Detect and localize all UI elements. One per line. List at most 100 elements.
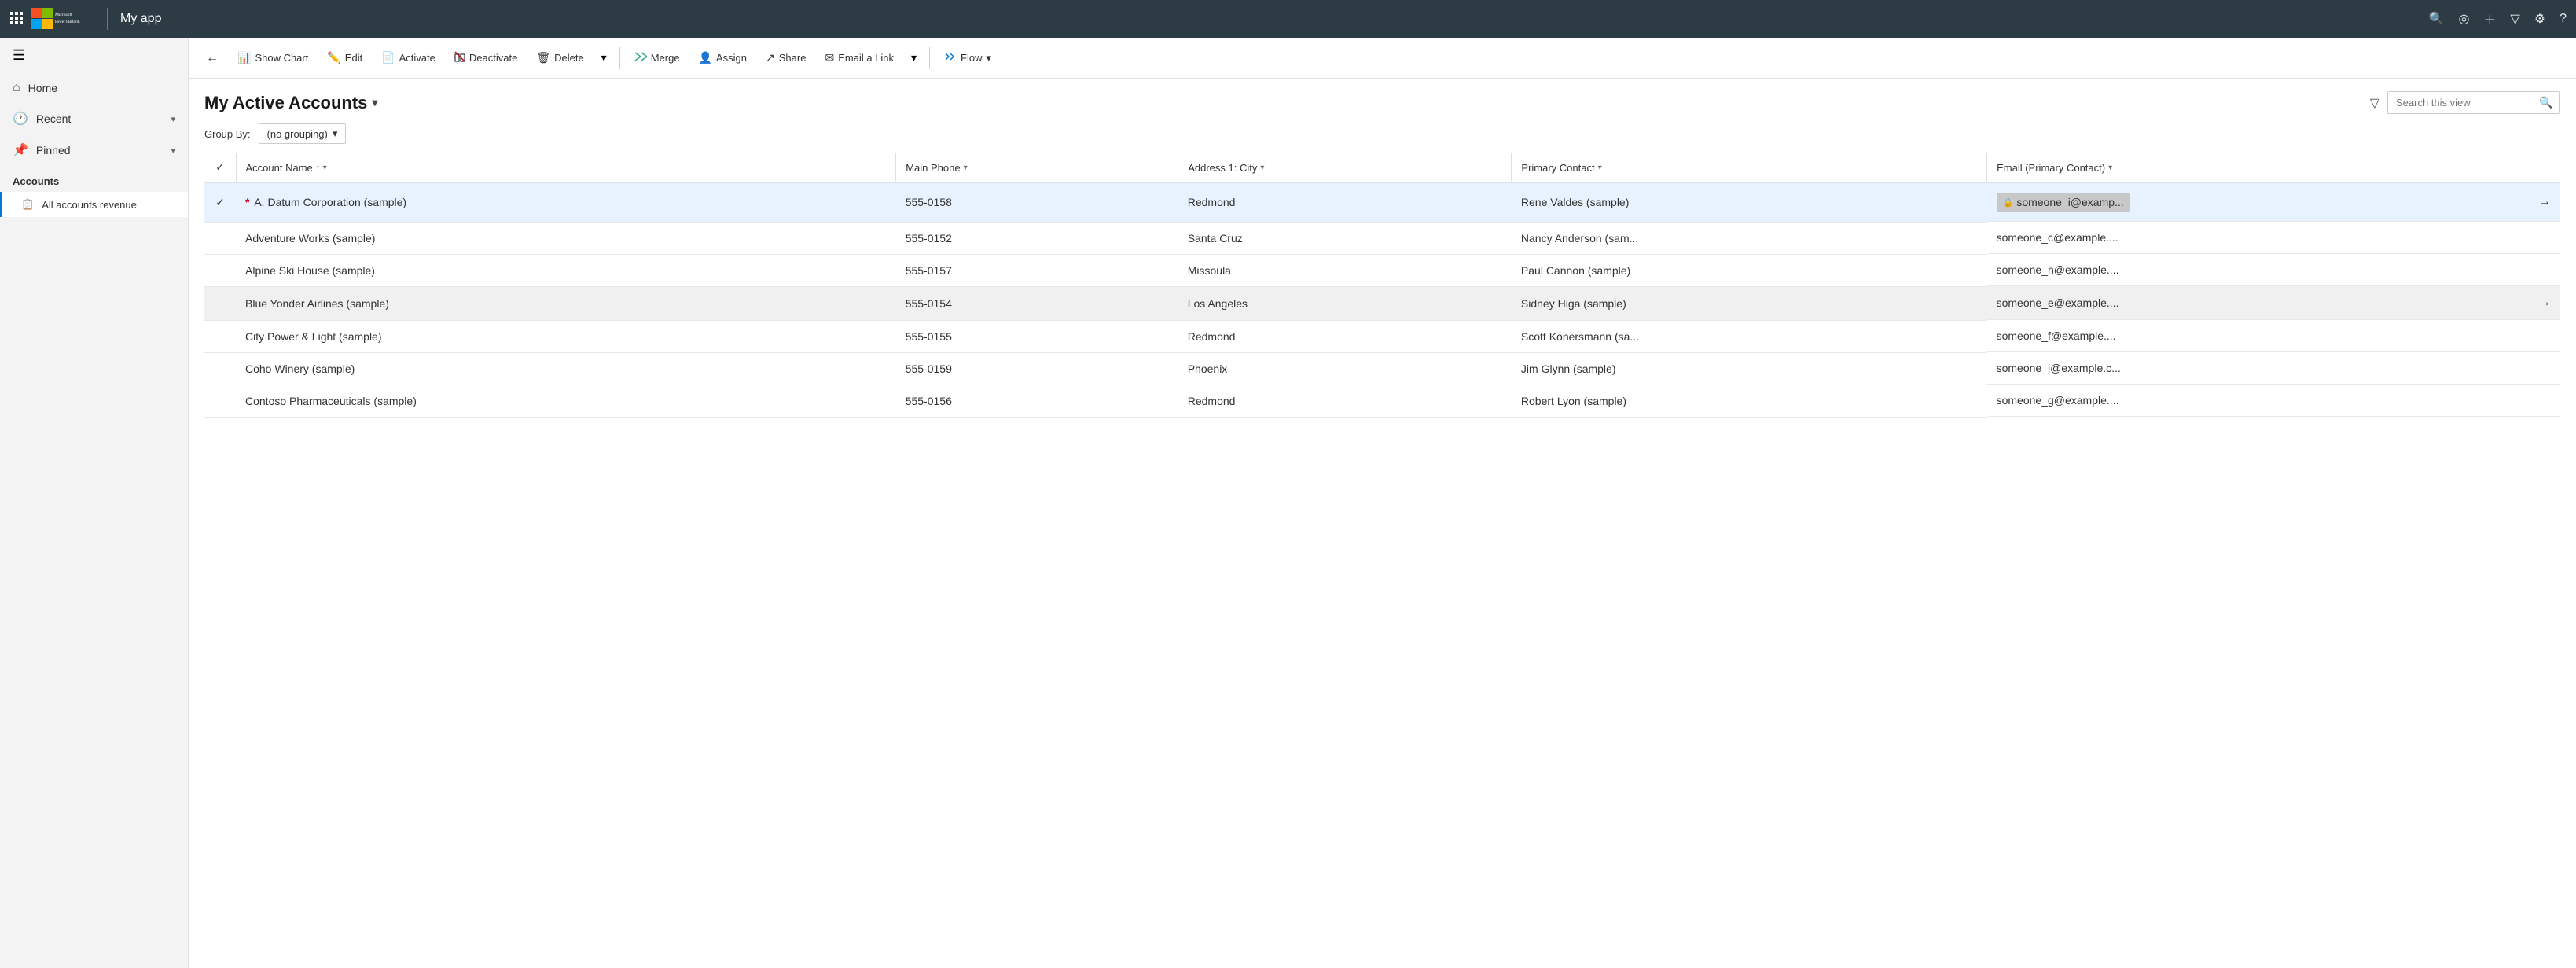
flow-icon <box>944 51 957 64</box>
table-row[interactable]: City Power & Light (sample)555-0155Redmo… <box>204 320 2560 352</box>
accounts-section-header: Accounts <box>0 166 188 192</box>
row-checkbox[interactable] <box>204 254 236 286</box>
row-account-name: Adventure Works (sample) <box>236 222 896 254</box>
group-by-label: Group By: <box>204 128 251 140</box>
table-header: ✓ Account Name ↑ ▾ Main Phone ▾ <box>204 153 2560 182</box>
sidebar-item-home[interactable]: ⌂ Home <box>0 73 188 103</box>
email-text: someone_f@example.... <box>1997 329 2116 342</box>
sidebar-item-recent[interactable]: 🕐 Recent ▾ <box>0 103 188 134</box>
col-filter-icon[interactable]: ▾ <box>964 164 968 172</box>
row-checkbox[interactable] <box>204 286 236 320</box>
table-row[interactable]: ✓* A. Datum Corporation (sample)555-0158… <box>204 182 2560 222</box>
view-title[interactable]: My Active Accounts ▾ <box>204 93 377 113</box>
accounts-table-container: ✓ Account Name ↑ ▾ Main Phone ▾ <box>189 153 2576 968</box>
row-primary-contact: Sidney Higa (sample) <box>1512 286 1987 320</box>
show-chart-button[interactable]: 📊 Show Chart <box>230 46 316 69</box>
hamburger-menu[interactable]: ☰ <box>0 38 188 73</box>
col-filter-icon[interactable]: ▾ <box>1260 164 1264 172</box>
grid-icon[interactable] <box>9 11 24 28</box>
view-title-chevron-icon: ▾ <box>372 96 377 109</box>
row-navigate-arrow-icon[interactable]: → <box>2538 296 2551 310</box>
row-main-phone: 555-0154 <box>896 286 1178 320</box>
sidebar-item-all-accounts[interactable]: 📋 All accounts revenue <box>0 192 188 217</box>
top-nav-actions: 🔍 ◎ ＋ ▽ ⚙ ? <box>2429 9 2567 28</box>
activate-icon: 📄 <box>381 51 395 64</box>
row-account-name: Blue Yonder Airlines (sample) <box>236 286 896 320</box>
merge-icon <box>634 51 647 64</box>
nav-divider <box>107 8 108 30</box>
row-navigate-arrow-icon[interactable]: → <box>2538 195 2551 209</box>
col-filter-icon[interactable]: ▾ <box>2108 164 2112 172</box>
row-main-phone: 555-0156 <box>896 385 1178 417</box>
email-text: someone_i@examp... <box>2016 196 2123 208</box>
row-checkbox[interactable] <box>204 385 236 417</box>
row-city: Redmond <box>1178 182 1512 222</box>
row-city: Santa Cruz <box>1178 222 1512 254</box>
sidebar-item-pinned[interactable]: 📌 Pinned ▾ <box>0 134 188 166</box>
home-icon: ⌂ <box>13 81 20 95</box>
more-button-1[interactable]: ▾ <box>595 46 613 69</box>
row-account-name: * A. Datum Corporation (sample) <box>236 182 896 222</box>
table-row[interactable]: Blue Yonder Airlines (sample)555-0154Los… <box>204 286 2560 320</box>
col-main-phone[interactable]: Main Phone ▾ <box>896 153 1178 182</box>
more-button-2[interactable]: ▾ <box>905 46 923 69</box>
row-main-phone: 555-0159 <box>896 352 1178 385</box>
table-row[interactable]: Coho Winery (sample)555-0159PhoenixJim G… <box>204 352 2560 385</box>
search-icon[interactable]: 🔍 <box>2429 11 2445 27</box>
row-primary-contact: Jim Glynn (sample) <box>1512 352 1987 385</box>
col-primary-contact[interactable]: Primary Contact ▾ <box>1512 153 1987 182</box>
delete-button[interactable]: 🗑 Delete <box>528 46 591 69</box>
col-address-city[interactable]: Address 1: City ▾ <box>1178 153 1512 182</box>
share-icon: ↗ <box>766 51 775 64</box>
email-locked-cell: 🔒someone_i@examp... <box>1997 193 2130 212</box>
row-primary-contact: Paul Cannon (sample) <box>1512 254 1987 286</box>
table-row[interactable]: Contoso Pharmaceuticals (sample)555-0156… <box>204 385 2560 417</box>
table-row[interactable]: Alpine Ski House (sample)555-0157Missoul… <box>204 254 2560 286</box>
row-checkbox[interactable] <box>204 320 236 352</box>
toolbar-separator-2 <box>929 47 930 69</box>
sidebar: ☰ ⌂ Home 🕐 Recent ▾ 📌 Pinned ▾ Accounts … <box>0 38 189 968</box>
view-filter-icon[interactable]: ▽ <box>2370 95 2379 111</box>
email-link-button[interactable]: ✉ Email a Link <box>817 46 902 69</box>
target-icon[interactable]: ◎ <box>2458 11 2469 27</box>
row-checkbox[interactable] <box>204 352 236 385</box>
flow-button[interactable]: Flow ▾ <box>936 46 999 69</box>
assign-icon: 👤 <box>699 51 712 64</box>
table-row[interactable]: Adventure Works (sample)555-0152Santa Cr… <box>204 222 2560 254</box>
lock-icon: 🔒 <box>2003 197 2014 208</box>
deactivate-icon <box>454 51 465 64</box>
deactivate-button[interactable]: Deactivate <box>446 46 525 69</box>
col-email[interactable]: Email (Primary Contact) ▾ <box>1987 153 2560 182</box>
row-email: someone_c@example.... <box>1987 222 2560 254</box>
edit-button[interactable]: ✏️ Edit <box>319 46 370 69</box>
main-layout: ☰ ⌂ Home 🕐 Recent ▾ 📌 Pinned ▾ Accounts … <box>0 38 2576 968</box>
merge-button[interactable]: Merge <box>627 46 688 69</box>
filter-icon-top[interactable]: ▽ <box>2510 11 2519 27</box>
search-submit-icon[interactable]: 🔍 <box>2539 96 2552 109</box>
email-text: someone_h@example.... <box>1997 263 2119 276</box>
chart-icon: 📊 <box>237 51 251 64</box>
activate-button[interactable]: 📄 Activate <box>373 46 443 69</box>
col-filter-icon[interactable]: ▾ <box>323 164 327 172</box>
pin-icon: 📌 <box>13 142 28 158</box>
app-name: My app <box>120 12 2429 26</box>
email-icon: ✉ <box>825 51 834 64</box>
row-primary-contact: Nancy Anderson (sam... <box>1512 222 1987 254</box>
assign-button[interactable]: 👤 Assign <box>691 46 755 69</box>
row-city: Missoula <box>1178 254 1512 286</box>
help-icon[interactable]: ? <box>2559 12 2567 26</box>
group-by-select[interactable]: (no grouping) ▾ <box>259 123 347 144</box>
share-button[interactable]: ↗ Share <box>758 46 814 69</box>
search-input[interactable] <box>2396 97 2534 109</box>
row-email: someone_h@example.... <box>1987 254 2560 286</box>
settings-icon[interactable]: ⚙ <box>2534 11 2545 27</box>
required-star-icon: * <box>245 196 252 208</box>
row-checkbox[interactable] <box>204 222 236 254</box>
accounts-list-icon: 📋 <box>21 198 34 211</box>
back-button[interactable]: ← <box>198 46 226 70</box>
col-account-name[interactable]: Account Name ↑ ▾ <box>236 153 896 182</box>
row-checkbox[interactable]: ✓ <box>204 182 236 222</box>
add-icon[interactable]: ＋ <box>2483 9 2496 28</box>
col-filter-icon[interactable]: ▾ <box>1598 164 1602 172</box>
col-checkbox[interactable]: ✓ <box>204 153 236 182</box>
